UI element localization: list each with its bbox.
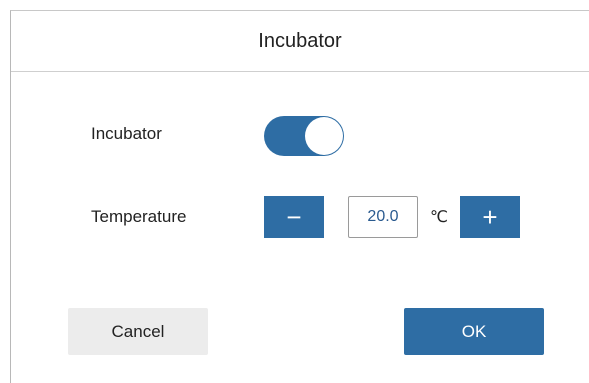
incubator-label: Incubator: [91, 124, 162, 143]
incubator-toggle[interactable]: [264, 116, 344, 156]
temperature-decrement-button[interactable]: −: [264, 196, 324, 238]
minus-icon: −: [286, 202, 302, 232]
temperature-input[interactable]: 20.0: [348, 196, 418, 238]
temperature-increment-button[interactable]: +: [460, 196, 520, 238]
cancel-button[interactable]: Cancel: [68, 308, 208, 355]
ok-button[interactable]: OK: [404, 308, 544, 355]
dialog-title: Incubator: [11, 11, 589, 72]
plus-icon: +: [482, 202, 498, 232]
temperature-unit: ℃: [430, 209, 448, 226]
toggle-knob: [305, 117, 343, 155]
incubator-dialog: Incubator Incubator Temperature − 20.0 ℃…: [10, 10, 589, 383]
temperature-label: Temperature: [91, 207, 187, 226]
